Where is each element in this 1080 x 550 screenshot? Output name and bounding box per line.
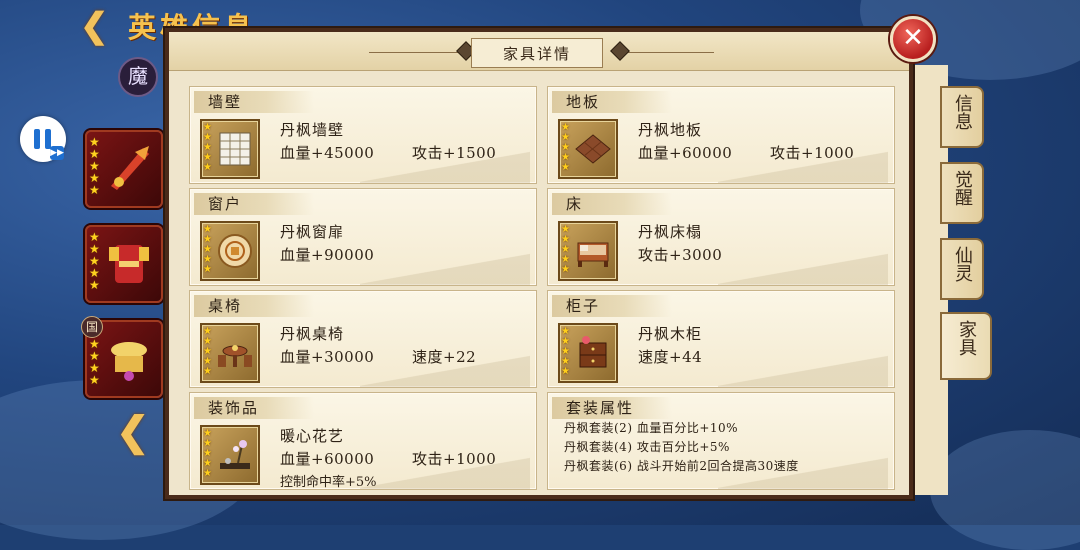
table-chair-icon: [218, 345, 252, 367]
window-icon: [218, 234, 252, 268]
bed-icon: [577, 242, 609, 267]
fast-forward-icon: ▶▶: [50, 146, 64, 160]
equip-tag-badge: 国: [81, 316, 103, 338]
furniture-card-wall[interactable]: 墙壁 ★ ★ ★ ★ ★ 丹枫墙壁 血量+45000 攻击+1500: [189, 86, 537, 184]
tab-awaken-label: 觉醒: [952, 170, 973, 206]
modal-title: 家具详情: [502, 45, 571, 63]
item-icon-frame[interactable]: ★ ★ ★ ★ ★: [558, 119, 618, 179]
category-label: 桌椅: [194, 295, 314, 317]
furniture-card-window[interactable]: 窗户 ★ ★ ★ ★ ★ 丹枫窗扉 血量+90000: [189, 188, 537, 286]
set-bonus-title: 套装属性: [552, 397, 672, 419]
tab-spirit-label: 仙灵: [952, 246, 973, 282]
item-name: 丹枫墙壁: [280, 121, 345, 139]
pause-icon: [34, 129, 40, 149]
tab-furniture[interactable]: 家具: [940, 312, 992, 380]
item-stat: 血量+45000: [280, 144, 375, 162]
item-stat: 攻击+1500: [412, 144, 497, 162]
flower-decor-icon: [220, 440, 250, 469]
star-rating-icon: ★ ★ ★ ★ ★: [561, 326, 570, 377]
furniture-card-bed[interactable]: 床 ★ ★ ★ ★ ★ 丹枫床榻 攻击+3000: [547, 188, 895, 286]
floor-icon: [575, 134, 611, 164]
equip-slot-weapon[interactable]: ★ ★ ★ ★ ★: [85, 130, 163, 208]
item-stat: 速度+22: [412, 348, 477, 366]
item-stat: 血量+90000: [280, 246, 375, 264]
chevron-left-icon[interactable]: ❮: [116, 408, 150, 455]
category-label: 柜子: [552, 295, 672, 317]
item-icon-frame[interactable]: ★ ★ ★ ★ ★: [558, 221, 618, 281]
pause-button[interactable]: ▶▶: [20, 116, 66, 162]
furniture-card-floor[interactable]: 地板 ★ ★ ★ ★ ★ 丹枫地板 血量+60000 攻击+1000: [547, 86, 895, 184]
item-name: 丹枫木柜: [638, 325, 703, 343]
set-bonus-line: 丹枫套装(2) 血量百分比+10%: [564, 421, 739, 435]
category-label: 窗户: [194, 193, 314, 215]
armor-icon: [109, 245, 149, 283]
tab-furniture-label: 家具: [956, 320, 977, 356]
cabinet-icon: [579, 336, 607, 368]
furniture-card-decoration[interactable]: 装饰品 ★ ★ ★ ★ ★ 暖心花艺 血量+60000 攻击+1000 控制命中率+5%: [189, 392, 537, 490]
item-stat: 血量+30000: [280, 348, 375, 366]
item-name: 丹枫地板: [638, 121, 703, 139]
item-stat: 攻击+1000: [412, 450, 497, 468]
item-icon-frame[interactable]: ★ ★ ★ ★ ★: [200, 119, 260, 179]
set-bonus-card: 套装属性 丹枫套装(2) 血量百分比+10% 丹枫套装(4) 攻击百分比+5% …: [547, 392, 895, 490]
set-bonus-line: 丹枫套装(4) 攻击百分比+5%: [564, 440, 730, 454]
tab-spirit[interactable]: 仙灵: [940, 238, 984, 300]
star-rating-icon: ★ ★ ★ ★ ★: [561, 122, 570, 173]
star-rating-icon: ★ ★ ★ ★ ★: [561, 224, 570, 275]
modal-header: 家具详情: [169, 32, 909, 71]
tab-awaken[interactable]: 觉醒: [940, 162, 984, 224]
item-icon-frame[interactable]: ★ ★ ★ ★ ★: [200, 425, 260, 485]
category-label: 墙壁: [194, 91, 314, 113]
item-icon-frame[interactable]: ★ ★ ★ ★ ★: [200, 323, 260, 383]
star-rating-icon: ★ ★ ★ ★ ★: [203, 122, 212, 173]
faction-badge: 魔: [118, 57, 158, 97]
item-name: 丹枫床榻: [638, 223, 703, 241]
back-arrow-icon[interactable]: ❮: [80, 8, 120, 44]
furniture-card-cabinet[interactable]: 柜子 ★ ★ ★ ★ ★ 丹枫木柜 速度+44: [547, 290, 895, 388]
item-name: 暖心花艺: [280, 427, 345, 445]
accessory-icon: [111, 342, 147, 381]
modal-title-plate: 家具详情: [471, 38, 603, 68]
item-name: 丹枫窗扉: [280, 223, 345, 241]
item-stat: 血量+60000: [280, 450, 375, 468]
star-rating-icon: ★ ★ ★ ★ ★: [89, 135, 100, 197]
item-stat: 攻击+1000: [770, 144, 855, 162]
item-name: 丹枫桌椅: [280, 325, 345, 343]
weapon-icon: [111, 146, 149, 190]
item-stat: 攻击+3000: [638, 246, 723, 264]
star-rating-icon: ★ ★ ★ ★ ★: [203, 428, 212, 479]
item-extra-stat: 控制命中率+5%: [280, 475, 377, 490]
set-bonus-line: 丹枫套装(6) 战斗开始前2回合提高30速度: [564, 459, 799, 473]
close-button[interactable]: ✕: [890, 16, 936, 62]
item-stat: 速度+44: [638, 348, 703, 366]
equip-slot-armor[interactable]: ★ ★ ★ ★ ★: [85, 225, 163, 303]
category-label: 装饰品: [194, 397, 314, 419]
tab-info-label: 信息: [952, 94, 973, 130]
tab-info[interactable]: 信息: [940, 86, 984, 148]
furniture-card-table-chair[interactable]: 桌椅 ★ ★ ★ ★ ★ 丹枫桌椅 血量+30000 速度+22: [189, 290, 537, 388]
category-label: 地板: [552, 91, 672, 113]
item-stat: 血量+60000: [638, 144, 733, 162]
star-rating-icon: ★ ★ ★ ★ ★: [203, 224, 212, 275]
item-icon-frame[interactable]: ★ ★ ★ ★ ★: [200, 221, 260, 281]
item-icon-frame[interactable]: ★ ★ ★ ★ ★: [558, 323, 618, 383]
category-label: 床: [552, 193, 672, 215]
star-rating-icon: ★ ★ ★ ★ ★: [203, 326, 212, 377]
diamond-ornament-icon: [610, 41, 630, 61]
furniture-detail-modal: 家具详情 墙壁 ★ ★ ★ ★ ★ 丹枫墙壁 血量+45000 攻击+1500 …: [163, 26, 915, 501]
wall-icon: [219, 132, 251, 166]
